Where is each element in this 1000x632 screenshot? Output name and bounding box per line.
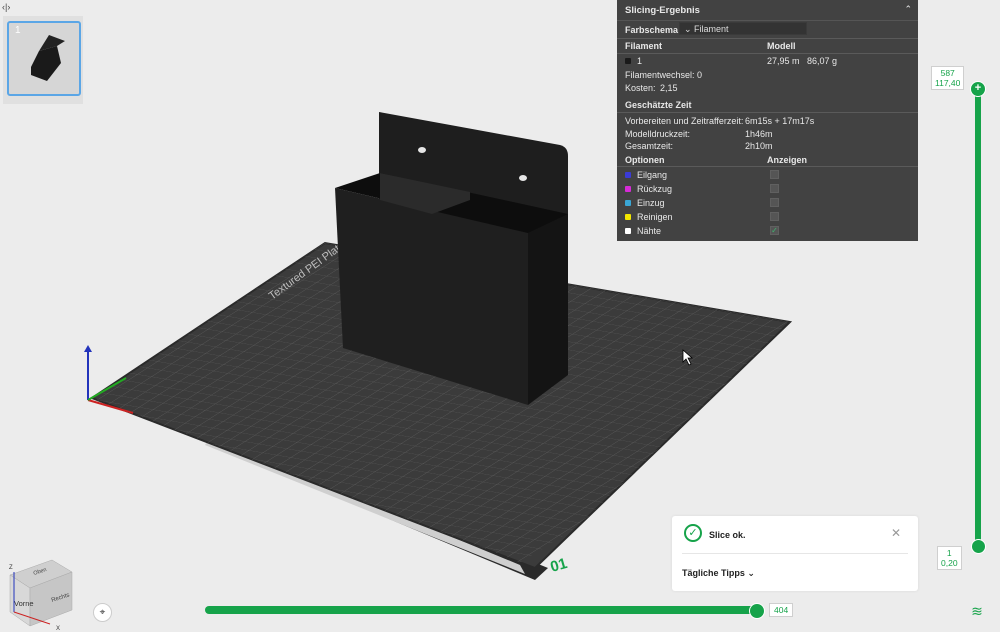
layer-slider-bottom-handle[interactable] — [971, 539, 986, 554]
option-label: Eilgang — [637, 170, 668, 180]
plus-icon: + — [974, 82, 982, 94]
color-scheme-label: Farbschema — [625, 25, 679, 35]
top-layer-number: 587 — [940, 68, 955, 78]
chevron-down-icon: ⌄ — [684, 24, 695, 34]
notification-message: Slice ok. — [709, 530, 746, 540]
plate-thumbnail[interactable]: 1 — [7, 21, 81, 96]
filament-changes-value: 0 — [697, 70, 703, 80]
option-checkbox-reinigen[interactable] — [770, 212, 779, 221]
chevron-down-icon: ⌄ — [747, 568, 755, 578]
panel-title: Slicing-Ergebnis — [625, 5, 700, 16]
model-time-label: Modelldruckzeit: — [625, 129, 691, 139]
bottom-layer-number: 1 — [946, 548, 952, 558]
slicing-result-panel: Slicing-Ergebnis ⌃ Farbschema ⌄ Filament… — [617, 0, 918, 241]
bottom-layer-label: 1 0,20 — [937, 546, 962, 570]
move-slider-handle[interactable] — [749, 603, 765, 619]
check-circle-icon: ✓ — [684, 524, 702, 542]
view-cube: Vorne Rechts Oben Z X — [9, 559, 73, 632]
top-layer-height: 117,40 — [935, 78, 961, 88]
move-slider-track[interactable] — [205, 606, 757, 614]
plate-number: 01 — [548, 555, 569, 576]
daily-tips-label: Tägliche Tipps — [682, 568, 745, 578]
layer-slider-top-handle[interactable]: + — [970, 81, 986, 97]
filament-color-swatch — [625, 58, 631, 64]
color-scheme-select[interactable]: ⌄ Filament — [679, 22, 807, 35]
hole-left — [418, 147, 426, 153]
plate-thumbnail-number: 1 — [15, 25, 21, 36]
option-checkbox-rueckzug[interactable] — [770, 184, 779, 193]
options-header: Optionen — [625, 155, 665, 165]
option-checkbox-naehte[interactable]: ✓ — [770, 226, 779, 235]
move-slider-value: 404 — [769, 603, 794, 617]
cost-label: Kosten: — [625, 83, 656, 93]
option-label: Nähte — [637, 226, 662, 236]
model-header: Modell — [767, 41, 796, 51]
option-label: Einzug — [637, 198, 665, 208]
svg-text:Vorne: Vorne — [14, 599, 34, 608]
plate-list: 1 — [3, 16, 83, 104]
option-checkbox-einzug[interactable] — [770, 198, 779, 207]
time-header: Geschätzte Zeit — [625, 100, 692, 110]
filament-length: 27,95 m — [767, 56, 800, 66]
camera-reset-icon[interactable]: ⌖ — [93, 603, 112, 622]
filament-changes-label: Filamentwechsel: — [625, 70, 695, 80]
svg-text:X: X — [56, 626, 60, 632]
panel-header[interactable]: Slicing-Ergebnis ⌃ — [617, 0, 918, 21]
option-checkbox-eilgang[interactable] — [770, 170, 779, 179]
prep-time-label: Vorbereiten und Zeitrafferzeit: — [625, 116, 744, 126]
daily-tips-toggle[interactable]: Tägliche Tipps ⌄ — [682, 568, 755, 579]
naehte-color-swatch — [625, 228, 631, 234]
reinigen-color-swatch — [625, 214, 631, 220]
layer-slider-track[interactable] — [975, 88, 981, 546]
total-time-label: Gesamtzeit: — [625, 141, 674, 151]
eilgang-color-swatch — [625, 172, 631, 178]
total-time-value: 2h10m — [745, 141, 773, 151]
cost-value: 2,15 — [660, 83, 678, 93]
show-header: Anzeigen — [767, 155, 808, 165]
top-layer-label: 587 117,40 — [931, 66, 965, 90]
sidebar-collapse-icon[interactable]: ‹|› — [2, 2, 10, 12]
collapse-icon[interactable]: ⌃ — [904, 4, 912, 15]
option-label: Rückzug — [637, 184, 673, 194]
rueckzug-color-swatch — [625, 186, 631, 192]
svg-text:Z: Z — [9, 565, 13, 571]
checkmark-icon: ✓ — [771, 226, 778, 235]
option-label: Reinigen — [637, 212, 673, 222]
close-icon[interactable]: ✕ — [890, 527, 902, 539]
slice-notification: ✓ Slice ok. ✕ Tägliche Tipps ⌄ — [672, 516, 918, 591]
bottom-layer-height: 0,20 — [941, 558, 958, 568]
filament-id: 1 — [637, 56, 643, 66]
layers-icon[interactable]: ≋ — [969, 603, 985, 619]
hole-right — [519, 175, 527, 181]
filament-header: Filament — [625, 41, 663, 51]
model-box-side — [528, 214, 568, 405]
model-time-value: 1h46m — [745, 129, 773, 139]
einzug-color-swatch — [625, 200, 631, 206]
prep-time-value: 6m15s + 17m17s — [745, 116, 815, 126]
filament-weight: 86,07 g — [807, 56, 838, 66]
